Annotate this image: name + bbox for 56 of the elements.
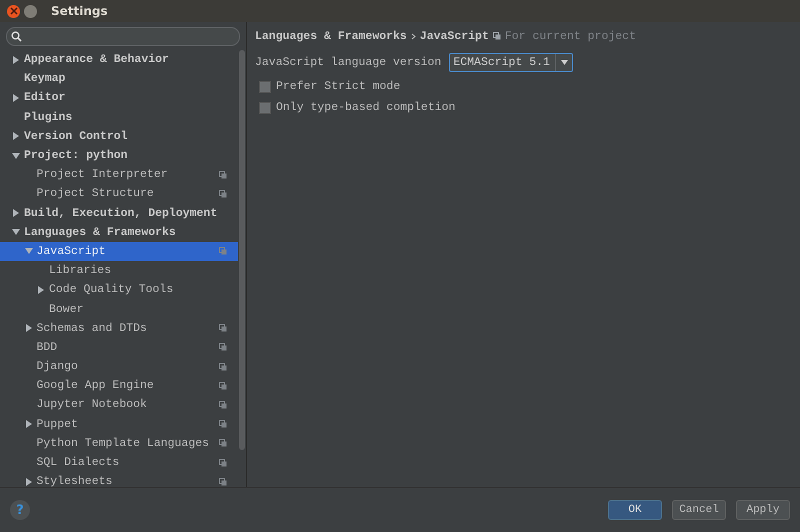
close-icon [10,7,18,15]
ok-button[interactable]: OK [608,500,662,520]
scrollbar[interactable] [239,50,245,450]
tree-item[interactable]: BDD [0,338,238,357]
search-field[interactable] [6,27,240,46]
collapsed-arrow-icon[interactable] [37,286,45,294]
tree-item[interactable]: Bower [0,299,238,319]
tree-item[interactable]: Plugins [0,108,238,127]
dropdown-arrow-icon [560,60,568,65]
collapsed-arrow-icon[interactable] [12,209,20,218]
version-dropdown[interactable]: ECMAScript 5.1 [449,53,574,72]
tree-item[interactable]: Django [0,357,238,376]
tree-item[interactable]: Keymap [0,69,238,88]
tree-item[interactable]: Appearance & Behavior [0,50,238,70]
tree-item[interactable]: Editor [0,88,238,108]
collapsed-arrow-icon[interactable] [12,94,20,102]
tree-item[interactable]: JavaScript [0,242,238,262]
close-button[interactable] [7,4,20,18]
collapsed-arrow-icon[interactable] [24,478,32,486]
tree-item[interactable]: Build, Execution, Deployment [0,204,238,223]
breadcrumb-parent[interactable]: Languages & Frameworks [255,30,407,42]
expanded-arrow-icon[interactable] [12,228,20,236]
tree-item[interactable]: Jupyter Notebook [0,395,238,415]
copy-icon [492,32,501,40]
checkbox[interactable] [259,102,271,114]
tree-item[interactable]: Code Quality Tools [0,280,238,300]
tree-item[interactable]: Version Control [0,126,238,146]
tree-item[interactable]: SQL Dialects [0,452,238,472]
chevron-icon [410,32,416,40]
search-icon [11,31,22,42]
collapsed-arrow-icon[interactable] [24,420,32,428]
checkbox-label[interactable]: Only type-based completion [276,101,456,114]
tree-item[interactable]: Project Interpreter [0,165,238,184]
tree-item[interactable]: Libraries [0,261,238,280]
tree-item[interactable]: Schemas and DTDs [0,318,238,338]
expanded-arrow-icon[interactable] [24,247,32,256]
tree-item[interactable]: Puppet [0,414,238,434]
field-label: JavaScript language version [255,56,442,69]
tree-item[interactable]: Project Structure [0,184,238,204]
minimize-button[interactable] [24,4,37,18]
breadcrumb-current: JavaScript [420,30,489,42]
collapsed-arrow-icon[interactable] [24,324,32,332]
expanded-arrow-icon[interactable] [12,152,20,160]
window-title: Settings [51,4,108,18]
checkbox[interactable] [259,80,271,92]
dialog-button[interactable]: Apply [736,500,790,520]
tree-item[interactable]: Stylesheets [0,472,238,487]
tree-item[interactable]: Languages & Frameworks [0,222,238,242]
tree-item[interactable]: Python Template Languages [0,434,238,453]
scope-label: For current project [504,30,636,42]
tree-item[interactable]: Google App Engine [0,376,238,396]
collapsed-arrow-icon[interactable] [12,132,20,140]
collapsed-arrow-icon[interactable] [12,56,20,64]
tree-item[interactable]: Project: python [0,146,238,166]
checkbox-label[interactable]: Prefer Strict mode [276,80,400,93]
dialog-button[interactable]: Cancel [672,500,726,520]
